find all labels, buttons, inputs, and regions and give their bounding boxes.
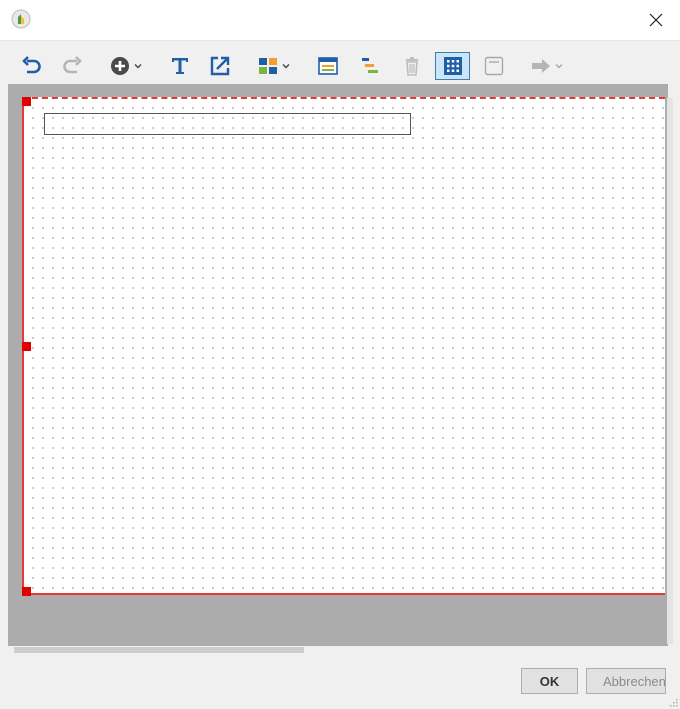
trash-icon	[406, 57, 418, 76]
form-button[interactable]	[314, 52, 342, 80]
layout-blocks-icon	[259, 58, 277, 74]
arrow-right-icon	[532, 59, 550, 73]
resize-handle-top-left[interactable]	[22, 97, 31, 106]
align-bars-icon	[362, 58, 378, 73]
grid-icon	[443, 57, 462, 75]
chevron-down-icon	[134, 64, 142, 69]
layout-dropdown-button[interactable]	[252, 52, 296, 80]
chevron-down-icon	[282, 64, 290, 69]
delete-button[interactable]	[398, 52, 426, 80]
frame-icon	[484, 56, 504, 76]
ok-button[interactable]: OK	[521, 668, 578, 694]
design-workspace	[8, 84, 668, 647]
horizontal-scrollbar-thumb[interactable]	[14, 647, 304, 653]
grid-toggle-button[interactable]	[435, 52, 470, 80]
frame-button[interactable]	[480, 52, 508, 80]
external-link-icon	[210, 56, 230, 76]
form-window-icon	[318, 57, 338, 75]
toolbar	[0, 46, 680, 86]
export-button[interactable]	[206, 52, 234, 80]
add-dropdown-button[interactable]	[104, 52, 148, 80]
design-canvas[interactable]	[22, 97, 665, 595]
undo-icon	[22, 56, 41, 74]
arrow-dropdown-button[interactable]	[524, 52, 570, 80]
resize-handle-bottom-left[interactable]	[22, 587, 31, 596]
redo-button[interactable]	[58, 52, 86, 80]
app-leaf-icon	[11, 9, 31, 29]
resize-grip-icon[interactable]	[668, 697, 678, 707]
add-circle-icon	[111, 57, 129, 75]
text-icon	[172, 58, 188, 74]
cancel-button[interactable]: Abbrechen	[586, 668, 666, 694]
text-field-element[interactable]	[44, 113, 411, 135]
vertical-scrollbar[interactable]	[667, 98, 673, 644]
close-button[interactable]	[638, 6, 674, 34]
undo-button[interactable]	[18, 52, 46, 80]
redo-icon	[63, 56, 82, 74]
align-button[interactable]	[356, 52, 384, 80]
chevron-down-icon	[555, 64, 563, 69]
title-bar	[0, 0, 680, 41]
close-icon	[649, 13, 663, 27]
text-button[interactable]	[166, 52, 194, 80]
resize-handle-middle-left[interactable]	[22, 342, 31, 351]
